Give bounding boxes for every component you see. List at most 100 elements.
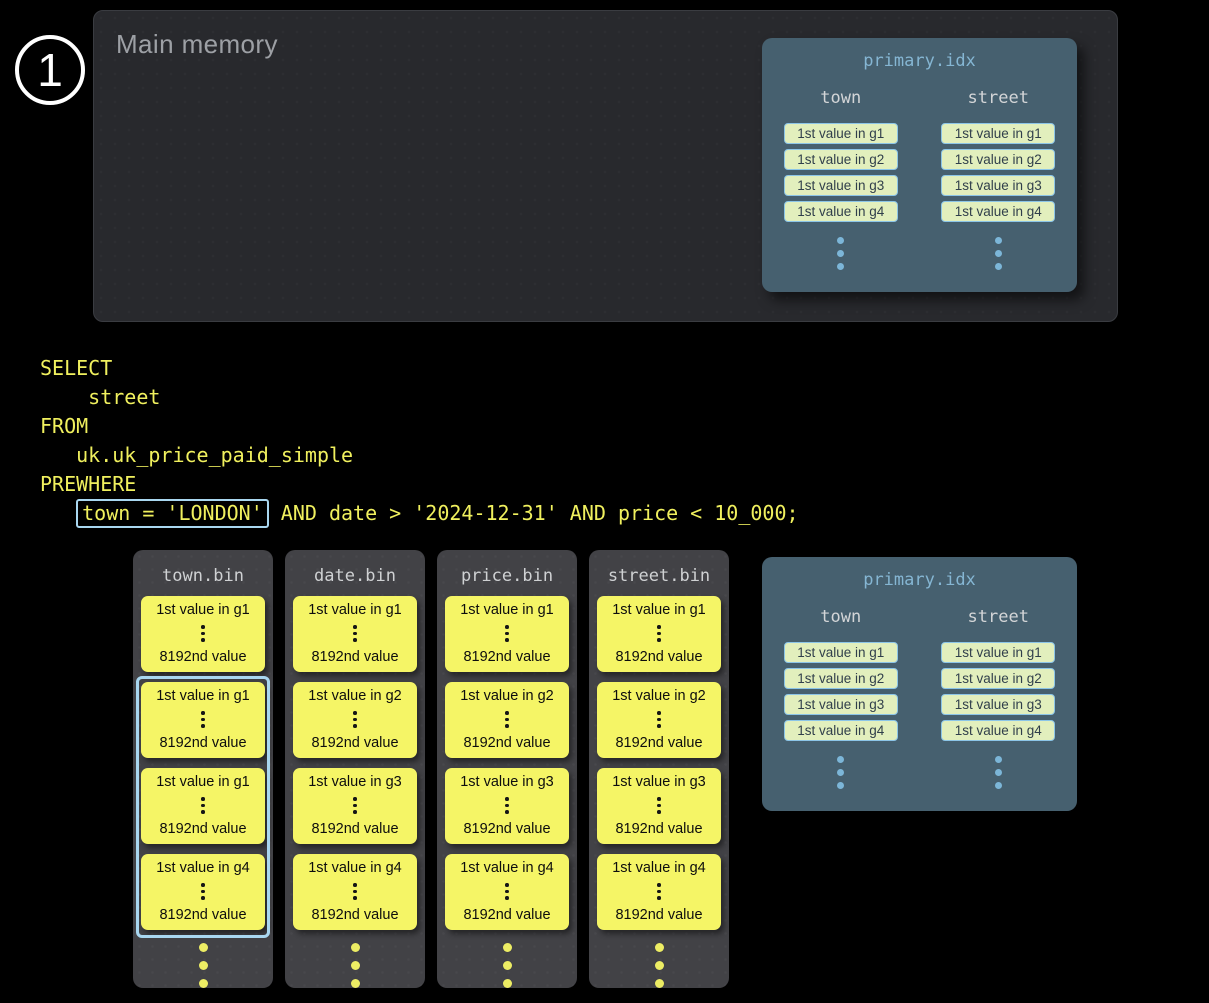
granule-last-value: 8192nd value	[311, 907, 398, 923]
granule-last-value: 8192nd value	[159, 649, 246, 665]
granule-first-value: 1st value in g4	[612, 860, 706, 876]
sql-line: SELECT	[40, 354, 799, 383]
bin-file-title: street.bin	[589, 550, 729, 596]
vertical-ellipsis-icon	[589, 943, 729, 988]
sql-line: FROM	[40, 412, 799, 441]
granule-block: 1st value in g4 8192nd value	[445, 854, 569, 930]
index-entry-chip: 1st value in g4	[941, 201, 1055, 222]
index-column-header: street	[968, 88, 1029, 108]
granule-block: 1st value in g3 8192nd value	[445, 768, 569, 844]
vertical-ellipsis-icon	[837, 237, 844, 270]
vertical-ellipsis-icon	[201, 797, 205, 814]
index-entry-chip: 1st value in g1	[784, 123, 898, 144]
bin-file-title: price.bin	[437, 550, 577, 596]
index-entry-chip: 1st value in g3	[941, 175, 1055, 196]
vertical-ellipsis-icon	[505, 711, 509, 728]
vertical-ellipsis-icon	[995, 756, 1002, 789]
granule-first-value: 1st value in g1	[612, 602, 706, 618]
index-entry-chip: 1st value in g3	[784, 175, 898, 196]
granule-block: 1st value in g1 8192nd value	[141, 596, 265, 672]
vertical-ellipsis-icon	[657, 797, 661, 814]
index-column-header: street	[968, 607, 1029, 627]
granule-last-value: 8192nd value	[159, 821, 246, 837]
vertical-ellipsis-icon	[505, 625, 509, 642]
granule-block: 1st value in g3 8192nd value	[293, 768, 417, 844]
sql-query-block: SELECT streetFROM uk.uk_price_paid_simpl…	[40, 354, 799, 528]
granule-block: 1st value in g3 8192nd value	[597, 768, 721, 844]
granule-last-value: 8192nd value	[311, 649, 398, 665]
granule-first-value: 1st value in g4	[460, 860, 554, 876]
index-entry-chip: 1st value in g2	[784, 149, 898, 170]
sql-line: street	[40, 383, 799, 412]
granule-last-value: 8192nd value	[159, 907, 246, 923]
primary-index-title: primary.idx	[762, 570, 1077, 590]
sql-predicate-rest: AND date > '2024-12-31' AND price < 10_0…	[269, 501, 799, 525]
granule-first-value: 1st value in g2	[308, 688, 402, 704]
bin-file-panel-street: street.bin 1st value in g1 8192nd value …	[589, 550, 729, 988]
granule-block: 1st value in g1 8192nd value	[597, 596, 721, 672]
vertical-ellipsis-icon	[657, 625, 661, 642]
index-column-header: town	[820, 88, 861, 108]
index-column-street: street 1st value in g1 1st value in g2 1…	[920, 607, 1078, 789]
vertical-ellipsis-icon	[837, 756, 844, 789]
bin-file-title: date.bin	[285, 550, 425, 596]
index-entry-chip: 1st value in g1	[941, 123, 1055, 144]
sql-predicate-line: town = 'LONDON' AND date > '2024-12-31' …	[40, 499, 799, 528]
sql-line: uk.uk_price_paid_simple	[40, 441, 799, 470]
granule-block: 1st value in g1 8192nd value	[141, 768, 265, 844]
granule-first-value: 1st value in g1	[156, 688, 250, 704]
vertical-ellipsis-icon	[201, 883, 205, 900]
granule-first-value: 1st value in g2	[612, 688, 706, 704]
granule-first-value: 1st value in g3	[460, 774, 554, 790]
bin-file-panel-town: town.bin 1st value in g1 8192nd value 1s…	[133, 550, 273, 988]
step-number-badge: 1	[15, 35, 85, 105]
granule-block: 1st value in g4 8192nd value	[293, 854, 417, 930]
vertical-ellipsis-icon	[505, 883, 509, 900]
granule-block: 1st value in g4 8192nd value	[141, 854, 265, 930]
granule-block: 1st value in g2 8192nd value	[293, 682, 417, 758]
granule-block: 1st value in g1 8192nd value	[293, 596, 417, 672]
primary-index-panel-top: primary.idx town 1st value in g1 1st val…	[762, 38, 1077, 292]
vertical-ellipsis-icon	[353, 883, 357, 900]
granule-last-value: 8192nd value	[159, 735, 246, 751]
main-memory-title: Main memory	[116, 29, 278, 60]
index-entry-chip: 1st value in g1	[941, 642, 1055, 663]
index-entry-chip: 1st value in g2	[941, 149, 1055, 170]
granule-block: 1st value in g2 8192nd value	[445, 682, 569, 758]
vertical-ellipsis-icon	[353, 711, 357, 728]
primary-index-panel-bottom: primary.idx town 1st value in g1 1st val…	[762, 557, 1077, 811]
vertical-ellipsis-icon	[201, 711, 205, 728]
vertical-ellipsis-icon	[657, 883, 661, 900]
vertical-ellipsis-icon	[353, 625, 357, 642]
granule-first-value: 1st value in g4	[156, 860, 250, 876]
primary-index-columns: town 1st value in g1 1st value in g2 1st…	[762, 607, 1077, 789]
vertical-ellipsis-icon	[353, 797, 357, 814]
granule-last-value: 8192nd value	[615, 821, 702, 837]
index-entry-chip: 1st value in g3	[941, 694, 1055, 715]
granule-block: 1st value in g2 8192nd value	[597, 682, 721, 758]
granule-last-value: 8192nd value	[463, 907, 550, 923]
granule-first-value: 1st value in g2	[460, 688, 554, 704]
index-entry-chip: 1st value in g3	[784, 694, 898, 715]
index-column-town: town 1st value in g1 1st value in g2 1st…	[762, 607, 920, 789]
granule-last-value: 8192nd value	[615, 649, 702, 665]
vertical-ellipsis-icon	[995, 237, 1002, 270]
prewhere-predicate-highlight-box: town = 'LONDON'	[76, 499, 269, 528]
index-entry-chip: 1st value in g4	[941, 720, 1055, 741]
step-number: 1	[37, 47, 63, 93]
granule-first-value: 1st value in g3	[308, 774, 402, 790]
granule-first-value: 1st value in g4	[308, 860, 402, 876]
index-column-header: town	[820, 607, 861, 627]
granule-last-value: 8192nd value	[463, 649, 550, 665]
bin-file-panel-date: date.bin 1st value in g1 8192nd value 1s…	[285, 550, 425, 988]
index-column-street: street 1st value in g1 1st value in g2 1…	[920, 88, 1078, 270]
sql-line: PREWHERE	[40, 470, 799, 499]
vertical-ellipsis-icon	[285, 943, 425, 988]
granule-last-value: 8192nd value	[311, 821, 398, 837]
primary-index-columns: town 1st value in g1 1st value in g2 1st…	[762, 88, 1077, 270]
index-column-town: town 1st value in g1 1st value in g2 1st…	[762, 88, 920, 270]
index-entry-chip: 1st value in g4	[784, 201, 898, 222]
vertical-ellipsis-icon	[133, 943, 273, 988]
granule-block: 1st value in g1 8192nd value	[141, 682, 265, 758]
index-entry-chip: 1st value in g2	[941, 668, 1055, 689]
